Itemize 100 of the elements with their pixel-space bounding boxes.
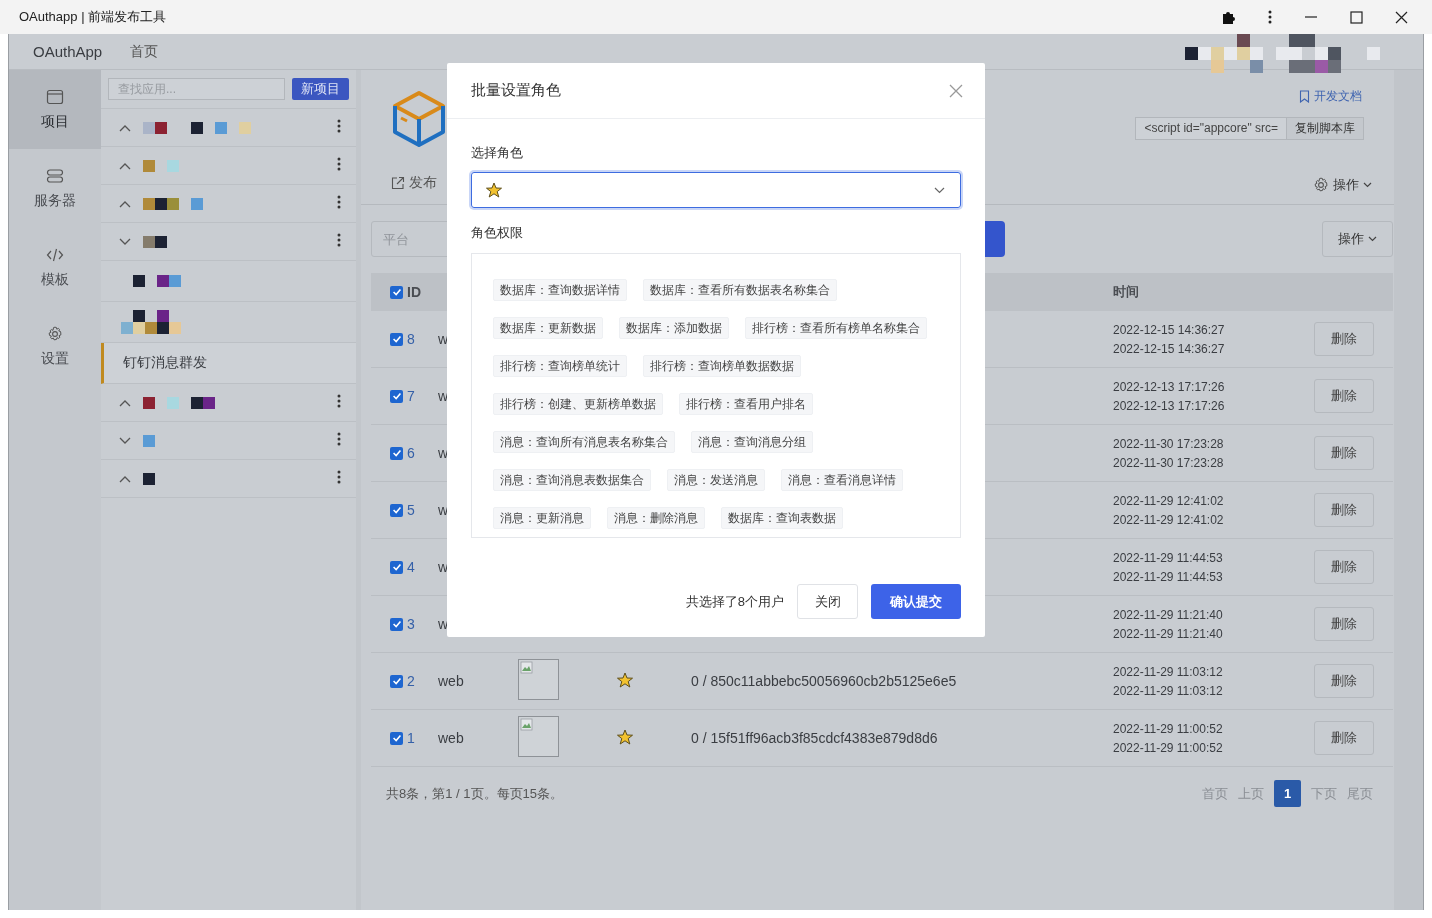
server-icon — [46, 167, 64, 184]
dialog-title: 批量设置角色 — [471, 81, 561, 100]
checkbox[interactable] — [390, 731, 403, 745]
mosaic-drawing — [143, 434, 155, 447]
new-project-button[interactable]: 新项目 — [292, 78, 349, 100]
time-cell-text: 2022-11-29 11:03:12 — [1113, 683, 1224, 698]
delete-button[interactable]: 删除 — [1314, 721, 1374, 755]
broken-image-icon — [518, 716, 559, 757]
permission-tag: 数据库：添加数据 — [619, 317, 729, 339]
broken-image-icon — [518, 659, 559, 700]
checkbox[interactable] — [390, 285, 403, 299]
publish-link[interactable]: 发布 — [391, 174, 447, 192]
time-cell-text: 2022-12-13 17:17:26 — [1113, 379, 1226, 394]
script-field[interactable]: <script id="appcore" src= 复制脚本库 — [1135, 117, 1364, 140]
checkbox[interactable] — [390, 332, 403, 346]
id-cell: 2 — [407, 673, 415, 689]
docs-link[interactable]: 开发文档 — [1299, 88, 1362, 105]
chevron-down-icon[interactable] — [119, 237, 131, 246]
more-icon[interactable] — [337, 431, 341, 446]
time-cell-text: 2022-11-29 12:41:02 — [1113, 493, 1225, 508]
more-icon[interactable] — [337, 156, 341, 171]
selection-summary: 共选择了8个用户 — [685, 592, 784, 611]
chevron-up-icon[interactable] — [119, 123, 131, 132]
time-cell-text: 2022-11-30 17:23:28 — [1113, 455, 1225, 470]
submit-button[interactable]: 确认提交 — [871, 584, 961, 619]
checkbox[interactable] — [390, 446, 403, 460]
field-label: 角色权限 — [471, 224, 524, 242]
bookmark-icon — [1299, 90, 1310, 103]
permission-tag: 消息：查询消息分组 — [691, 431, 813, 453]
checkbox[interactable] — [390, 503, 403, 517]
gear-icon — [1313, 177, 1329, 193]
more-icon[interactable] — [337, 469, 341, 484]
app-brand[interactable]: OAuthApp — [33, 43, 103, 60]
permission-tag: 消息：查询消息表数据集合 — [493, 469, 651, 491]
checkbox[interactable] — [390, 674, 403, 688]
mosaic-drawing — [143, 235, 167, 248]
delete-button[interactable]: 删除 — [1314, 550, 1374, 584]
mosaic-drawing — [143, 472, 155, 485]
side-nav-item[interactable]: 模板 — [9, 228, 101, 307]
scroll-track[interactable] — [1394, 70, 1423, 910]
chevron-down-icon[interactable] — [119, 436, 131, 445]
id-cell: 6 — [407, 445, 415, 461]
star-icon — [617, 671, 633, 688]
id-cell: 4 — [407, 559, 415, 575]
delete-button[interactable]: 删除 — [1314, 664, 1374, 698]
more-icon[interactable] — [337, 232, 341, 247]
time-cell-text: 2022-12-15 14:36:27 — [1113, 341, 1226, 356]
delete-button[interactable]: 删除 — [1314, 436, 1374, 470]
mosaic-drawing — [143, 197, 203, 210]
chevron-up-icon[interactable] — [119, 199, 131, 208]
permission-tag: 消息：查看消息详情 — [781, 469, 903, 491]
permission-tag: 排行榜：查看所有榜单名称集合 — [745, 317, 927, 339]
permission-tag: 数据库：更新数据 — [493, 317, 603, 339]
more-icon[interactable] — [337, 393, 341, 408]
side-nav-item[interactable]: 服务器 — [9, 149, 101, 228]
time-cell-text: 2022-11-29 11:44:53 — [1113, 550, 1224, 565]
page-button[interactable]: 1 — [1274, 780, 1301, 807]
permission-tag: 消息：删除消息 — [607, 507, 705, 529]
chevron-up-icon[interactable] — [119, 474, 131, 483]
maximize-icon[interactable] — [1350, 10, 1363, 24]
permission-tag: 消息：发送消息 — [667, 469, 765, 491]
checkbox[interactable] — [390, 617, 403, 631]
delete-button[interactable]: 删除 — [1314, 379, 1374, 413]
more-icon[interactable] — [337, 118, 341, 133]
delete-button[interactable]: 删除 — [1314, 607, 1374, 641]
box-logo-icon — [391, 88, 447, 150]
settings-icon — [47, 325, 63, 342]
time-cell-text: 2022-12-15 14:36:27 — [1113, 322, 1226, 337]
more-icon[interactable] — [337, 194, 341, 209]
delete-button[interactable]: 删除 — [1314, 322, 1374, 356]
id-cell: 1 — [407, 730, 415, 746]
time-cell-text: 2022-12-13 17:17:26 — [1113, 398, 1226, 413]
side-nav-item[interactable]: 设置 — [9, 307, 101, 386]
close-button[interactable]: 关闭 — [797, 584, 858, 619]
chevron-up-icon[interactable] — [119, 161, 131, 170]
puzzle-icon[interactable] — [1221, 9, 1236, 25]
checkbox[interactable] — [390, 389, 403, 403]
nav-link[interactable]: 首页 — [130, 42, 159, 61]
id-cell: 7 — [407, 388, 415, 404]
actions-button[interactable]: 操作 — [1322, 221, 1393, 257]
permission-tag: 消息：更新消息 — [493, 507, 591, 529]
field-label: 选择角色 — [471, 144, 524, 162]
checkbox[interactable] — [390, 560, 403, 574]
platform-cell: web — [438, 730, 464, 746]
mosaic-drawing — [121, 310, 181, 334]
permission-tag: 排行榜：查看用户排名 — [679, 393, 813, 415]
side-nav-item[interactable]: 项目 — [9, 70, 101, 149]
role-select[interactable] — [471, 172, 961, 208]
permission-tag: 排行榜：创建、更新榜单数据 — [493, 393, 663, 415]
more-icon[interactable] — [1268, 10, 1272, 24]
permission-tag: 数据库：查询数据详情 — [493, 279, 627, 301]
close-icon[interactable] — [1395, 10, 1408, 24]
project-item[interactable]: 钉钉消息群发 — [101, 343, 356, 384]
copy-button[interactable]: 复制脚本库 — [1286, 118, 1363, 139]
time-cell-text: 2022-11-29 12:41:02 — [1113, 512, 1225, 527]
chevron-up-icon[interactable] — [119, 398, 131, 407]
delete-button[interactable]: 删除 — [1314, 493, 1374, 527]
window-title: OAuthapp | 前端发布工具 — [19, 8, 167, 26]
actions-menu[interactable]: 操作 — [1313, 176, 1372, 194]
code-icon — [46, 246, 64, 263]
